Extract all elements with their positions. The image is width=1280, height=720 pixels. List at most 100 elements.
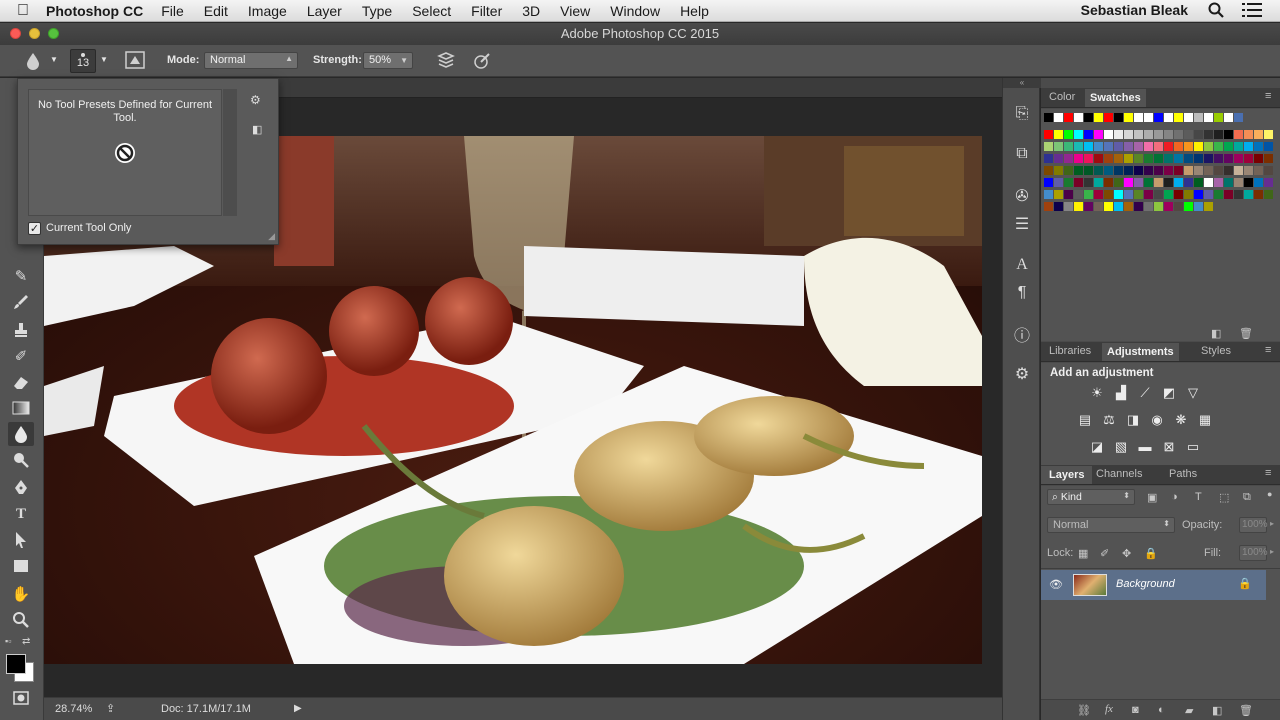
panel-menu-icon[interactable]: ≡ — [1265, 90, 1271, 102]
color-lookup-icon[interactable]: ▦ — [1197, 412, 1213, 428]
zoom-level[interactable]: 28.74% — [55, 703, 92, 715]
swatch[interactable] — [1224, 154, 1233, 163]
swatch[interactable] — [1214, 130, 1223, 139]
swatch[interactable] — [1224, 166, 1233, 175]
tab-layers[interactable]: Layers — [1041, 466, 1093, 484]
history-brush-icon[interactable]: ✐ — [8, 344, 34, 368]
swatch[interactable] — [1164, 154, 1173, 163]
swatch[interactable] — [1104, 166, 1113, 175]
swatch[interactable] — [1064, 130, 1073, 139]
current-tool-only-checkbox[interactable]: ✓ — [28, 222, 41, 235]
swatch[interactable] — [1084, 178, 1093, 187]
swatch[interactable] — [1204, 190, 1213, 199]
pressure-strength-icon[interactable] — [472, 51, 492, 74]
swatch[interactable] — [1074, 154, 1083, 163]
brush-tool-icon[interactable] — [8, 290, 34, 314]
swatch[interactable] — [1174, 178, 1183, 187]
tab-paths[interactable]: Paths — [1169, 468, 1197, 480]
tab-swatches[interactable]: Swatches — [1085, 89, 1146, 107]
swatch[interactable] — [1134, 142, 1143, 151]
swatch[interactable] — [1254, 142, 1263, 151]
swatch[interactable] — [1254, 154, 1263, 163]
menu-image[interactable]: Image — [248, 3, 287, 19]
swatch[interactable] — [1194, 130, 1203, 139]
brightness-contrast-icon[interactable]: ☀ — [1089, 385, 1105, 401]
swatch[interactable] — [1164, 130, 1173, 139]
swatch[interactable] — [1164, 142, 1173, 151]
sample-all-layers-icon[interactable] — [436, 51, 456, 74]
swatch[interactable] — [1064, 142, 1073, 151]
opacity-input[interactable]: 100% — [1239, 517, 1268, 533]
swatch[interactable] — [1064, 166, 1073, 175]
swatch[interactable] — [1074, 113, 1083, 122]
menu-window[interactable]: Window — [610, 3, 660, 19]
new-preset-icon[interactable]: ◧ — [252, 123, 262, 136]
black-white-icon[interactable]: ◨ — [1125, 412, 1141, 428]
swatch[interactable] — [1214, 142, 1223, 151]
notification-list-icon[interactable] — [1242, 1, 1262, 22]
swatch[interactable] — [1074, 190, 1083, 199]
path-selection-icon[interactable] — [8, 528, 34, 552]
export-icon[interactable]: ⇪ — [106, 702, 115, 715]
swatch[interactable] — [1054, 190, 1063, 199]
quick-mask-icon[interactable] — [8, 686, 34, 710]
link-layers-icon[interactable]: ⛓ — [1077, 704, 1091, 717]
swatch[interactable] — [1154, 142, 1163, 151]
swatch[interactable] — [1214, 113, 1223, 122]
layer-name[interactable]: Background — [1116, 578, 1175, 590]
swatch[interactable] — [1044, 166, 1053, 175]
history-panel-icon[interactable]: ⎘ — [1009, 102, 1035, 126]
layer-row-background[interactable]: 👁 Background 🔒 — [1041, 570, 1266, 600]
menu-filter[interactable]: Filter — [471, 3, 502, 19]
swatch[interactable] — [1174, 113, 1183, 122]
swatch[interactable] — [1204, 178, 1213, 187]
swatch[interactable] — [1144, 202, 1153, 211]
lock-position-icon[interactable]: ✥ — [1122, 547, 1131, 560]
swatch[interactable] — [1264, 154, 1273, 163]
swatch[interactable] — [1244, 178, 1253, 187]
swatch[interactable] — [1184, 190, 1193, 199]
menu-3d[interactable]: 3D — [522, 3, 540, 19]
dodge-tool-icon[interactable] — [8, 448, 34, 472]
swatch[interactable] — [1074, 142, 1083, 151]
swatch[interactable] — [1204, 154, 1213, 163]
clone-stamp-icon[interactable] — [8, 318, 34, 342]
pen-tool-icon[interactable] — [8, 476, 34, 500]
swatch[interactable] — [1204, 142, 1213, 151]
swatch[interactable] — [1084, 154, 1093, 163]
lock-image-icon[interactable]: ✐ — [1100, 547, 1109, 560]
swatch[interactable] — [1224, 130, 1233, 139]
swatch[interactable] — [1244, 142, 1253, 151]
swatch[interactable] — [1044, 142, 1053, 151]
gradient-tool-icon[interactable] — [8, 396, 34, 420]
menu-view[interactable]: View — [560, 3, 590, 19]
swatch[interactable] — [1094, 178, 1103, 187]
swatch[interactable] — [1134, 113, 1143, 122]
swatch[interactable] — [1214, 154, 1223, 163]
delete-layer-icon[interactable]: 🗑 — [1239, 704, 1253, 717]
swatch[interactable] — [1174, 202, 1183, 211]
swatch[interactable] — [1144, 190, 1153, 199]
swatch[interactable] — [1144, 113, 1153, 122]
swatch[interactable] — [1054, 178, 1063, 187]
swatch[interactable] — [1244, 154, 1253, 163]
swatch[interactable] — [1084, 166, 1093, 175]
swatch[interactable] — [1094, 190, 1103, 199]
blur-tool-active-icon[interactable] — [8, 422, 34, 446]
type-tool-icon[interactable]: T — [8, 502, 34, 526]
swatch[interactable] — [1234, 154, 1243, 163]
layer-style-fx-icon[interactable]: fx — [1105, 703, 1113, 715]
swatch[interactable] — [1174, 166, 1183, 175]
lock-all-icon[interactable]: 🔒 — [1144, 547, 1158, 560]
swatch[interactable] — [1184, 154, 1193, 163]
swatch[interactable] — [1244, 166, 1253, 175]
swatch[interactable] — [1214, 190, 1223, 199]
filter-shape-icon[interactable]: ⬚ — [1219, 491, 1229, 504]
swatch[interactable] — [1124, 154, 1133, 163]
swatch[interactable] — [1224, 178, 1233, 187]
menu-type[interactable]: Type — [362, 3, 392, 19]
swatch[interactable] — [1124, 190, 1133, 199]
swatch[interactable] — [1064, 202, 1073, 211]
strength-input[interactable]: 50% ▼ — [363, 52, 413, 69]
swatch[interactable] — [1184, 142, 1193, 151]
